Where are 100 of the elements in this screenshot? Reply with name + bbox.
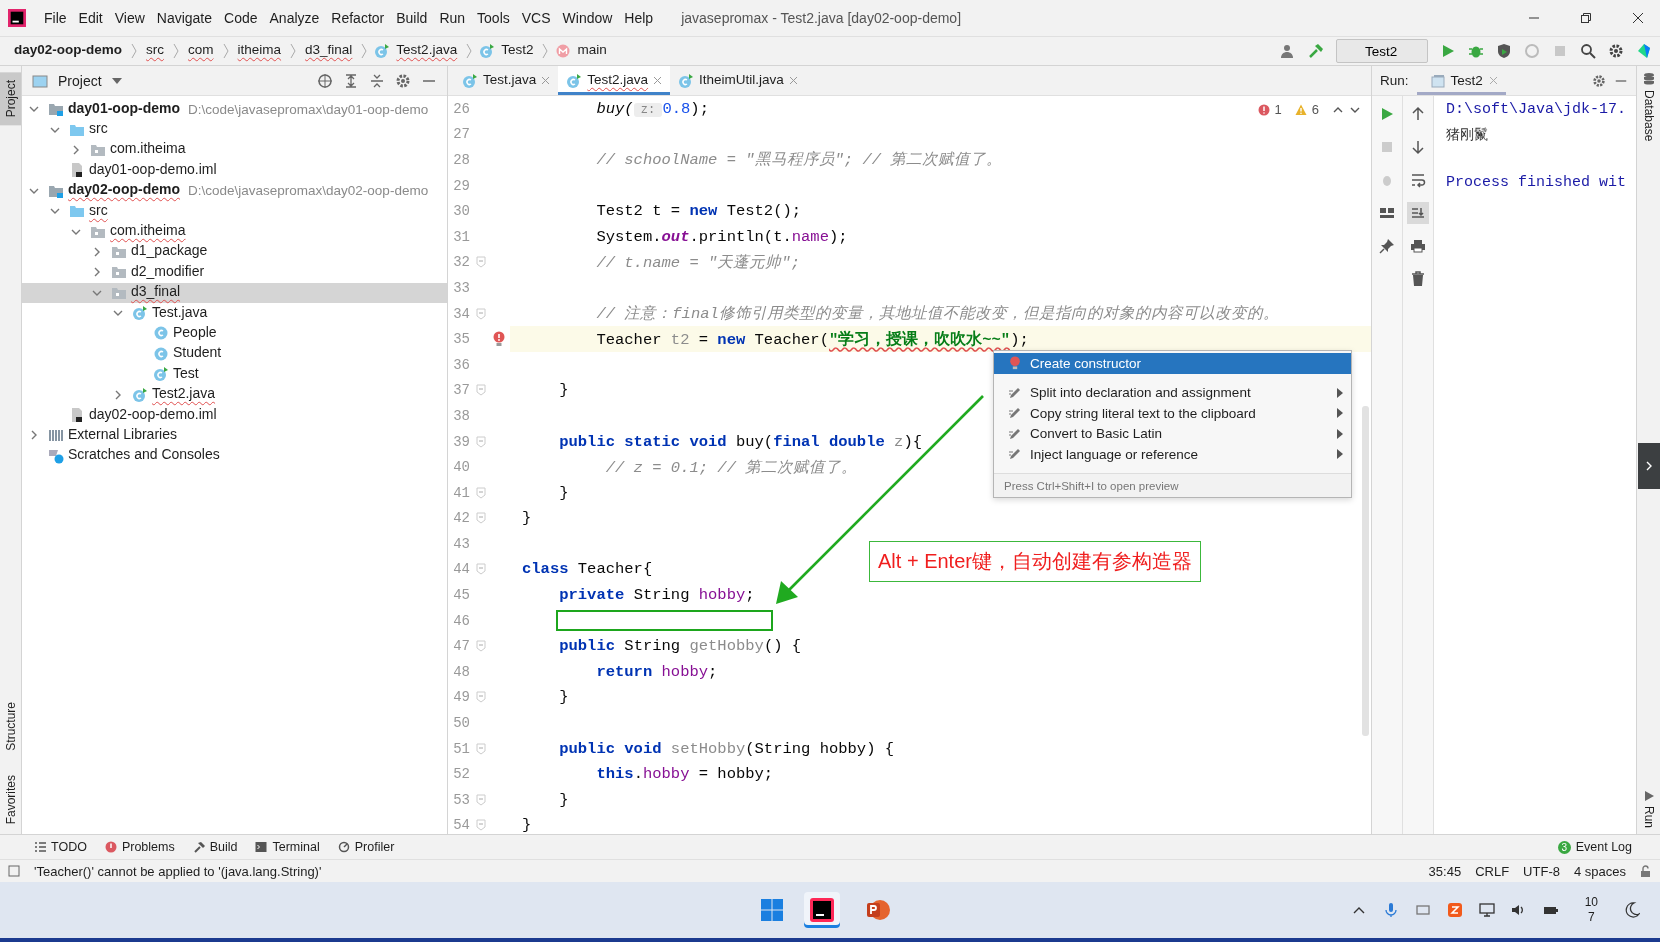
console-tab[interactable]: Test2 (1416, 66, 1506, 95)
layout-icon[interactable] (1379, 205, 1395, 221)
menu-item[interactable]: Edit (72, 10, 109, 26)
tree-row[interactable]: day02-oop-demo.iml (22, 404, 447, 426)
tool-window-button[interactable]: Problems (104, 840, 175, 854)
arrow-up-icon[interactable] (1410, 106, 1426, 122)
stripe-tab[interactable]: Structure (3, 697, 18, 755)
tree-row[interactable]: day01-oop-demo D:\code\javasepromax\day01-oop-demo (22, 99, 447, 120)
settings-icon[interactable] (1592, 73, 1606, 88)
wrap-icon[interactable] (1410, 172, 1426, 188)
menu-item[interactable]: Convert to Basic Latin (994, 423, 1351, 444)
pin-icon[interactable] (1379, 238, 1395, 254)
ide-app-icon[interactable] (810, 898, 834, 922)
breadcrumb[interactable]: d3_final (303, 40, 355, 62)
menu-item[interactable]: Build (390, 10, 434, 26)
tree-row[interactable]: com.itheima (22, 139, 447, 161)
tool-window-button[interactable]: Profiler (337, 840, 395, 854)
restore-icon[interactable] (1580, 12, 1592, 24)
settings-icon[interactable] (395, 72, 411, 89)
menu-item[interactable]: Window (556, 10, 619, 26)
expand-all-icon[interactable] (343, 72, 359, 89)
error-icon[interactable] (1257, 103, 1270, 116)
menu-item[interactable]: Copy string literal text to the clipboard (994, 403, 1351, 424)
locate-icon[interactable] (317, 72, 333, 89)
event-log-button[interactable]: 3 Event Log (1557, 840, 1632, 854)
tree-row[interactable]: day01-oop-demo.iml (22, 160, 447, 181)
settings-icon[interactable] (1608, 43, 1624, 59)
stripe-tab[interactable]: Run (1641, 806, 1656, 828)
tree-row[interactable]: d2_modifier (22, 262, 447, 283)
menu-item[interactable]: File (38, 10, 73, 26)
tree-row[interactable]: Test2.java (22, 384, 447, 405)
tree-row[interactable]: com.itheima (22, 221, 447, 242)
menu-item[interactable]: Inject language or reference (994, 444, 1351, 465)
tree-row[interactable]: Scratches and Consoles (22, 445, 447, 467)
search-icon[interactable] (1580, 43, 1596, 59)
error-bulb-icon[interactable] (492, 331, 506, 348)
stripe-tab[interactable]: Favorites (3, 770, 18, 828)
microphone-icon[interactable] (1382, 902, 1399, 918)
scrollbar[interactable] (1362, 406, 1369, 736)
arrow-down-icon[interactable] (1410, 139, 1426, 155)
breadcrumb[interactable]: Test2 (499, 40, 536, 62)
expand-handle[interactable] (1637, 442, 1660, 489)
menu-item[interactable]: Navigate (150, 10, 219, 26)
caret-position[interactable]: 35:45 (1428, 863, 1462, 879)
app-tray-icon[interactable] (1446, 902, 1463, 918)
tree-row[interactable]: d1_package (22, 241, 447, 263)
tree-row[interactable]: Test.java (22, 302, 447, 324)
tree-row[interactable]: People (22, 323, 447, 344)
caret-icon[interactable] (111, 76, 122, 85)
breadcrumb[interactable]: com (186, 40, 216, 62)
moon-icon[interactable] (1624, 902, 1640, 918)
line-separator[interactable]: CRLF (1475, 863, 1510, 879)
presentation-app-icon[interactable] (866, 898, 890, 922)
close-icon[interactable] (1632, 12, 1644, 24)
run-icon[interactable] (1440, 43, 1456, 59)
menu-item[interactable]: View (108, 10, 151, 26)
tree-row[interactable]: Test (22, 364, 447, 385)
file-encoding[interactable]: UTF-8 (1523, 863, 1560, 879)
tree-row[interactable]: src (22, 200, 447, 222)
breadcrumb[interactable]: day02-oop-demo (12, 40, 124, 62)
menu-item[interactable]: Help (618, 10, 660, 26)
database-icon[interactable] (1641, 72, 1656, 86)
menu-item[interactable]: VCS (515, 10, 557, 26)
menu-item[interactable]: Split into declaration and assignment (994, 382, 1351, 403)
editor-tab[interactable]: Test.java (454, 66, 559, 95)
tree-row[interactable]: External Libraries (22, 425, 447, 446)
breadcrumb[interactable]: itheima (235, 40, 284, 62)
breadcrumb[interactable]: main (575, 40, 609, 62)
menu-item[interactable]: Code (218, 10, 264, 26)
shield-icon[interactable] (1496, 43, 1512, 59)
print-icon[interactable] (1410, 238, 1426, 254)
indent-setting[interactable]: 4 spaces (1573, 863, 1626, 879)
menu-item[interactable]: Run (433, 10, 472, 26)
run-icon[interactable] (1642, 790, 1655, 802)
panel-title[interactable]: Project (58, 72, 102, 89)
collapse-all-icon[interactable] (369, 72, 385, 89)
menu-item[interactable]: Analyze (263, 10, 326, 26)
toolbox-logo-icon[interactable] (1636, 43, 1652, 59)
user-icon[interactable] (1280, 43, 1296, 59)
tree-row[interactable]: d3_final (22, 282, 447, 303)
editor-tab[interactable]: ItheimUtil.java (670, 66, 806, 95)
tree-row[interactable]: src (22, 119, 447, 140)
run-config-dropdown[interactable]: Test2 (1336, 39, 1428, 63)
menu-item[interactable]: Tools (471, 10, 516, 26)
display-icon[interactable] (1478, 902, 1495, 918)
project-stripe-tab[interactable]: Project (0, 72, 21, 126)
start-icon[interactable] (760, 898, 784, 922)
menu-item[interactable]: Create constructor (994, 353, 1351, 374)
tree-row[interactable]: day02-oop-demo D:\code\javasepromax\day02-oop-demo (22, 180, 447, 201)
clock-text[interactable]: 7 (1587, 910, 1595, 925)
tool-window-button[interactable]: Build (192, 840, 238, 854)
menu-item[interactable]: Refactor (325, 10, 391, 26)
hammer-icon[interactable] (1308, 43, 1324, 59)
scroll-end-icon[interactable] (1407, 202, 1429, 224)
lock-icon[interactable] (1640, 865, 1652, 877)
tree-row[interactable]: Student (22, 343, 447, 365)
editor-tab[interactable]: Test2.java (558, 66, 671, 95)
panel-toggle-icon[interactable] (8, 865, 20, 877)
stripe-tab[interactable]: Database (1641, 90, 1656, 142)
tool-window-button[interactable]: Terminal (255, 840, 320, 854)
